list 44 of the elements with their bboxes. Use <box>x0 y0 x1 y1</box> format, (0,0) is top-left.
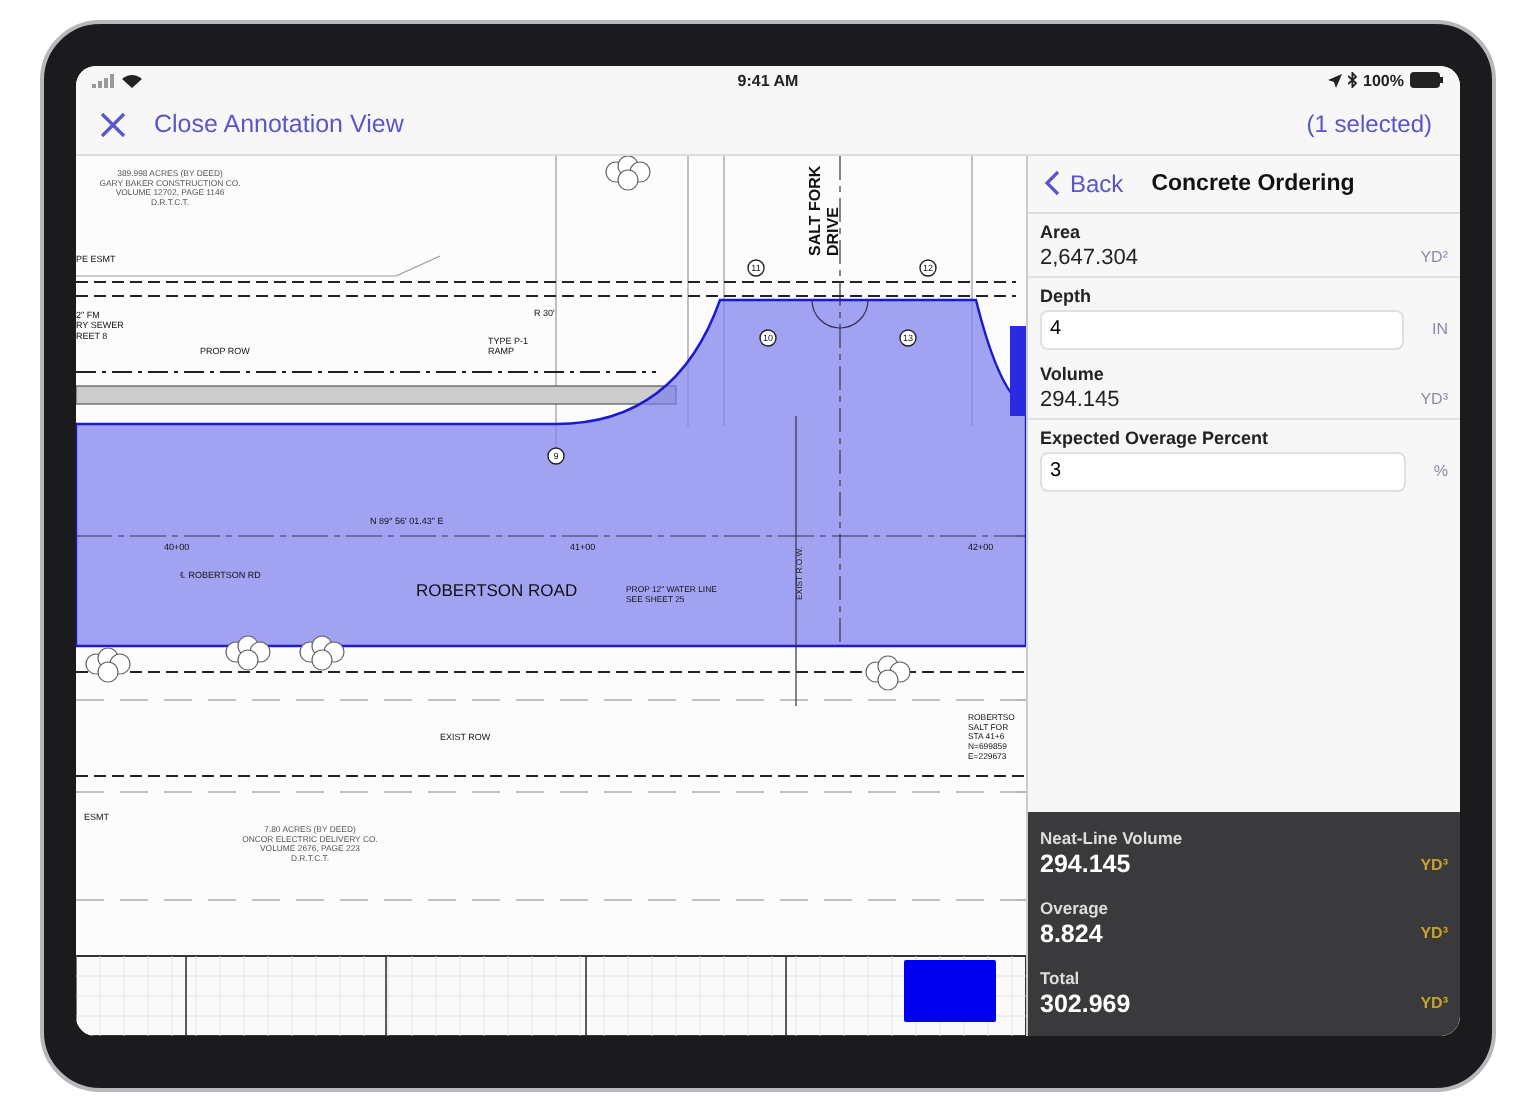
road-name-label: ROBERTSON ROAD <box>416 579 578 599</box>
summary-label: Neat-Line Volume <box>1040 828 1185 849</box>
input-field[interactable]: 3 <box>1040 451 1406 491</box>
close-annotation-button[interactable]: Close Annotation View <box>100 110 404 138</box>
summary-value: 8.824 <box>1040 919 1103 948</box>
summary-value: 302.969 <box>1040 989 1131 1018</box>
unit-label: YD³ <box>1420 855 1448 874</box>
tree-icon <box>299 634 345 670</box>
tree-icon <box>865 654 911 690</box>
unit-label: % <box>1433 462 1448 480</box>
site-plan-drawing[interactable] <box>76 155 1026 1035</box>
field-value: 2,647.304 <box>1040 245 1138 269</box>
signal-icon <box>92 73 116 87</box>
manhole-arc <box>811 298 869 328</box>
chevron-left-icon <box>1044 170 1060 196</box>
summary-label: Overage <box>1040 897 1111 918</box>
location-icon <box>1327 73 1342 87</box>
street-name-label: SALT FORK DRIVE <box>806 164 842 255</box>
summary-value: 294.145 <box>1040 850 1131 879</box>
unit-label: YD³ <box>1420 924 1448 943</box>
unit-label: IN <box>1432 320 1448 338</box>
status-time: 9:41 AM <box>737 71 799 89</box>
tree-icon <box>225 634 271 670</box>
panel-title: Concrete Ordering <box>1151 171 1355 195</box>
field-label: Depth <box>1040 285 1093 305</box>
selection-handle[interactable] <box>1010 325 1026 415</box>
unit-label: YD² <box>1420 248 1448 266</box>
unit-label: YD³ <box>1420 994 1448 1013</box>
battery-icon <box>1409 72 1444 88</box>
bluetooth-icon <box>1347 72 1358 88</box>
close-icon <box>100 111 126 137</box>
tree-icon <box>85 646 131 682</box>
back-button[interactable]: Back <box>1044 169 1124 197</box>
input-field[interactable]: 4 <box>1040 309 1404 349</box>
field-label: Volume <box>1040 363 1106 383</box>
field-label: Expected Overage Percent <box>1040 427 1271 447</box>
field-value: 294.145 <box>1040 387 1120 411</box>
battery-percent: 100% <box>1363 71 1404 89</box>
summary-label: Total <box>1040 967 1082 988</box>
wifi-icon <box>122 73 142 87</box>
field-label: Area <box>1040 221 1083 241</box>
concrete-area-highlight[interactable] <box>76 297 1026 647</box>
unit-label: YD³ <box>1420 390 1448 408</box>
selection-count: (1 selected) <box>1306 110 1432 138</box>
